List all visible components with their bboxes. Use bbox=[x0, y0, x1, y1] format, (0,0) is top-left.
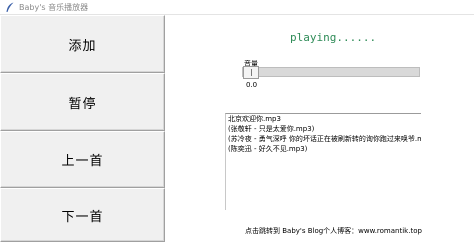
pause-button[interactable]: 暂停 bbox=[0, 73, 165, 131]
volume-slider-thumb[interactable] bbox=[243, 66, 259, 79]
feather-icon bbox=[5, 2, 15, 13]
next-track-button[interactable]: 下一首 bbox=[0, 188, 165, 242]
playback-status: playing...... bbox=[290, 31, 377, 44]
title-bar: Baby's 音乐播放器 bbox=[0, 0, 474, 15]
window-title: Baby's 音乐播放器 bbox=[19, 2, 89, 12]
playlist-item[interactable]: (苏冷夜 - 勇气深呼 你的坏话正在被刷新转的询你跑过来唤爷.mp3) bbox=[226, 134, 421, 144]
volume-slider[interactable] bbox=[242, 66, 420, 79]
playlist-box[interactable]: 北京欢迎你.mp3 (张敬轩 - 只是太爱你.mp3) (苏冷夜 - 勇气深呼 你的… bbox=[225, 113, 421, 210]
volume-value: 0.0 bbox=[246, 81, 258, 89]
blog-link[interactable]: 点击跳转到 Baby's Blog个人博客：www.romantik.top bbox=[245, 226, 422, 236]
playlist-item[interactable]: 北京欢迎你.mp3 bbox=[226, 114, 421, 124]
playlist-item[interactable]: (陈奕迅 - 好久不见.mp3) bbox=[226, 144, 421, 154]
previous-track-button[interactable]: 上一首 bbox=[0, 131, 165, 188]
playlist-item[interactable]: (张敬轩 - 只是太爱你.mp3) bbox=[226, 124, 421, 134]
add-button[interactable]: 添加 bbox=[0, 15, 165, 73]
control-button-column: 添加 暂停 上一首 下一首 bbox=[0, 15, 165, 242]
